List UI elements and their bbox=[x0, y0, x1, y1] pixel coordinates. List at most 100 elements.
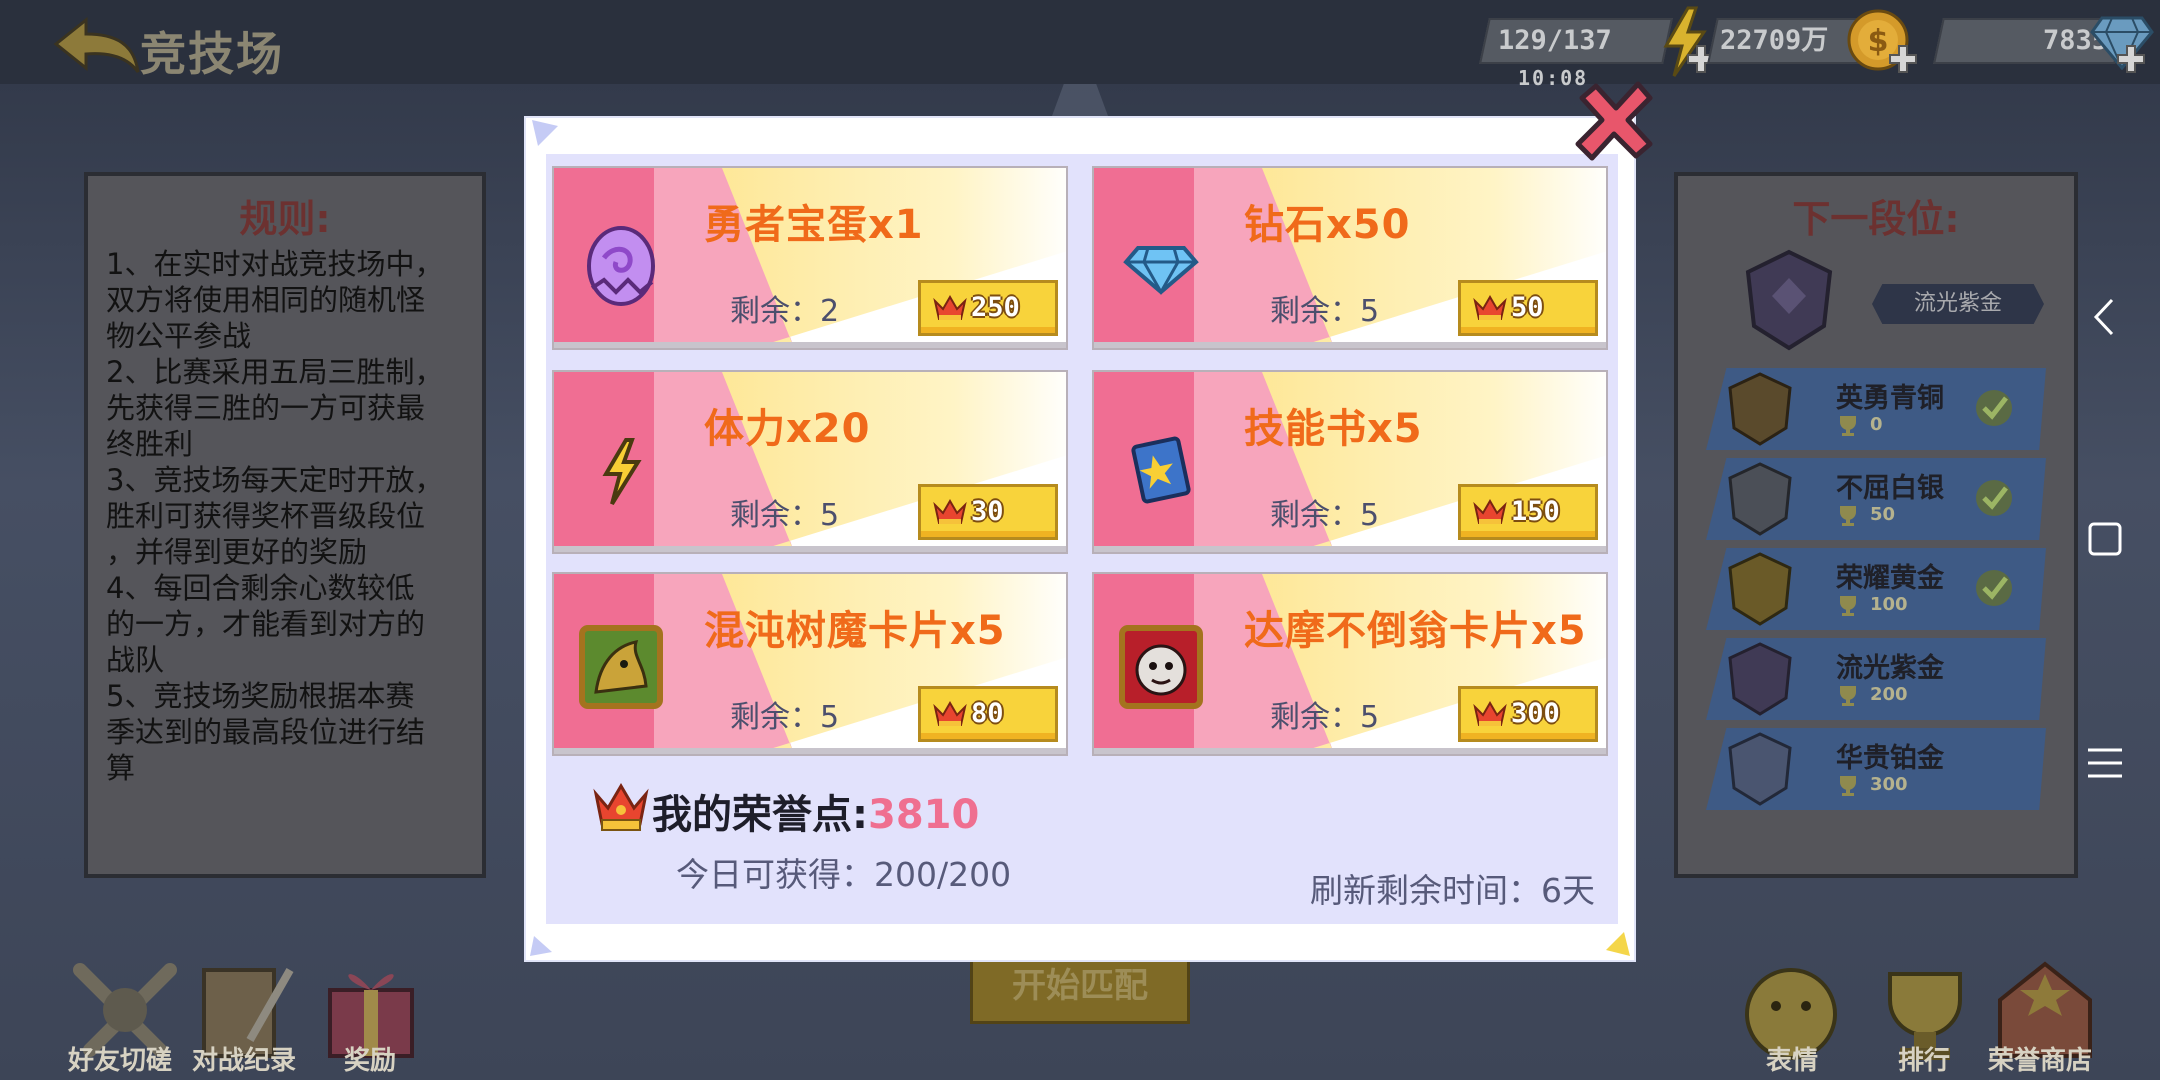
rank-points: 300 bbox=[1870, 774, 1908, 795]
daily-earnable: 今日可获得：200/200 bbox=[676, 855, 1012, 894]
item-remaining: 剩余：5 bbox=[1270, 294, 1380, 329]
corner-decoration bbox=[530, 936, 552, 956]
rank-name: 流光紫金 bbox=[1836, 653, 1944, 684]
rank-points: 200 bbox=[1870, 684, 1908, 705]
buy-button[interactable]: 30 bbox=[918, 484, 1058, 540]
nav-back-icon[interactable] bbox=[2080, 292, 2130, 342]
item-remaining: 剩余：5 bbox=[730, 498, 840, 533]
rank-name: 英勇青铜 bbox=[1836, 383, 1944, 414]
rules-text: 1、在实时对战竞技场中， 双方将使用相同的随机怪 物公平参战 2、比赛采用五局三… bbox=[106, 247, 444, 785]
rank-points: 50 bbox=[1870, 504, 1896, 525]
check-icon bbox=[1976, 480, 2012, 516]
add-diamond-icon[interactable] bbox=[2116, 44, 2146, 74]
corner-decoration bbox=[532, 120, 558, 146]
item-remaining: 剩余：2 bbox=[730, 294, 840, 329]
buy-button[interactable]: 50 bbox=[1458, 280, 1598, 336]
crown-icon bbox=[1473, 701, 1507, 726]
next-rank-panel: 下一段位: 流光紫金 英勇青铜 0 不屈白银 50 荣耀黄金 100 流光紫金 … bbox=[1674, 172, 2078, 878]
back-arrow-icon[interactable] bbox=[52, 14, 142, 74]
price-value: 50 bbox=[1511, 292, 1544, 323]
corner-decoration bbox=[1606, 932, 1630, 956]
honor-points: 我的荣誉点:3810 bbox=[652, 782, 979, 840]
crown-icon bbox=[933, 295, 967, 320]
rank-row: 荣耀黄金 100 bbox=[1706, 548, 2046, 630]
crown-icon bbox=[933, 499, 967, 524]
shop-item-card[interactable]: 勇者宝蛋x1 剩余：2 250 bbox=[552, 166, 1068, 350]
crown-icon bbox=[933, 701, 967, 726]
buy-button[interactable]: 250 bbox=[918, 280, 1058, 336]
item-remaining: 剩余：5 bbox=[1270, 700, 1380, 735]
nav-home-icon[interactable] bbox=[2080, 514, 2130, 564]
shop-item-card[interactable]: 达摩不倒翁卡片x5 剩余：5 300 bbox=[1092, 572, 1608, 756]
honor-points-value: 3810 bbox=[868, 792, 980, 838]
energy-counter: 129/137 bbox=[1479, 18, 1673, 64]
page-title: 竞技场 bbox=[140, 27, 284, 81]
tree-demon-card-icon bbox=[579, 625, 663, 709]
buy-button[interactable]: 300 bbox=[1458, 686, 1598, 742]
daruma-card-icon bbox=[1119, 625, 1203, 709]
price-value: 80 bbox=[971, 698, 1004, 729]
price-value: 250 bbox=[971, 292, 1020, 323]
diamond-icon bbox=[1123, 246, 1199, 296]
rank-points: 0 bbox=[1870, 414, 1883, 435]
shop-item-card[interactable]: 混沌树魔卡片x5 剩余：5 80 bbox=[552, 572, 1068, 756]
platinum-emblem-icon bbox=[1728, 732, 1792, 806]
item-title: 混沌树魔卡片x5 bbox=[704, 608, 1006, 654]
trophy-icon bbox=[1840, 686, 1856, 706]
item-title: 勇者宝蛋x1 bbox=[704, 202, 924, 248]
emote-label[interactable]: 表情 bbox=[1722, 1040, 1862, 1077]
crown-icon bbox=[1473, 499, 1507, 524]
next-rank-title: 下一段位: bbox=[1792, 197, 1960, 241]
shop-item-card[interactable]: 技能书x5 剩余：5 150 bbox=[1092, 370, 1608, 554]
rank-row: 不屈白银 50 bbox=[1706, 458, 2046, 540]
buy-button[interactable]: 150 bbox=[1458, 484, 1598, 540]
rules-title: 规则: bbox=[239, 197, 331, 241]
item-remaining: 剩余：5 bbox=[1270, 498, 1380, 533]
honor-shop-label[interactable]: 荣誉商店 bbox=[1970, 1040, 2110, 1077]
honor-points-label: 我的荣誉点: bbox=[652, 792, 868, 838]
item-title: 体力x20 bbox=[704, 406, 871, 452]
item-title: 技能书x5 bbox=[1244, 406, 1423, 452]
skill-book-icon bbox=[1131, 436, 1191, 504]
friend-battle-label[interactable]: 好友切磋 bbox=[50, 1040, 190, 1077]
current-rank-chip: 流光紫金 bbox=[1872, 284, 2044, 324]
item-remaining: 剩余：5 bbox=[730, 700, 840, 735]
rank-emblem-icon bbox=[1745, 249, 1833, 351]
crown-icon bbox=[1473, 295, 1507, 320]
check-icon bbox=[1976, 570, 2012, 606]
trophy-icon bbox=[1840, 416, 1856, 436]
trophy-icon bbox=[1840, 776, 1856, 796]
reward-label[interactable]: 奖励 bbox=[300, 1040, 440, 1077]
buy-button[interactable]: 80 bbox=[918, 686, 1058, 742]
price-value: 30 bbox=[971, 496, 1004, 527]
honor-crown-icon bbox=[593, 783, 649, 831]
rank-name: 不屈白银 bbox=[1836, 473, 1944, 504]
svg-text:$: $ bbox=[1868, 24, 1889, 59]
check-icon bbox=[1976, 390, 2012, 426]
rank-row: 华贵铂金 300 bbox=[1706, 728, 2046, 810]
gold-emblem-icon bbox=[1728, 552, 1792, 626]
nav-menu-icon[interactable] bbox=[2080, 738, 2130, 788]
bronze-emblem-icon bbox=[1728, 372, 1792, 446]
rank-points: 100 bbox=[1870, 594, 1908, 615]
item-title: 钻石x50 bbox=[1244, 202, 1411, 248]
trophy-icon bbox=[1840, 506, 1856, 526]
price-value: 150 bbox=[1511, 496, 1560, 527]
rank-name: 华贵铂金 bbox=[1836, 743, 1944, 774]
add-gold-icon[interactable] bbox=[1888, 44, 1918, 74]
shop-item-card[interactable]: 体力x20 剩余：5 30 bbox=[552, 370, 1068, 554]
shop-item-card[interactable]: 钻石x50 剩余：5 50 bbox=[1092, 166, 1608, 350]
trophy-icon bbox=[1840, 596, 1856, 616]
energy-icon bbox=[602, 438, 642, 506]
rank-row: 流光紫金 200 bbox=[1706, 638, 2046, 720]
egg-icon bbox=[587, 226, 655, 306]
close-icon[interactable] bbox=[1572, 78, 1656, 162]
rules-panel: 规则: 1、在实时对战竞技场中， 双方将使用相同的随机怪 物公平参战 2、比赛采… bbox=[84, 172, 486, 878]
item-title: 达摩不倒翁卡片x5 bbox=[1244, 608, 1587, 654]
rank-name: 荣耀黄金 bbox=[1836, 563, 1944, 594]
price-value: 300 bbox=[1511, 698, 1560, 729]
purple-emblem-icon bbox=[1728, 642, 1792, 716]
refresh-countdown: 刷新剩余时间：6天 bbox=[1310, 871, 1595, 910]
battle-record-label[interactable]: 对战纪录 bbox=[174, 1040, 314, 1077]
rank-row: 英勇青铜 0 bbox=[1706, 368, 2046, 450]
